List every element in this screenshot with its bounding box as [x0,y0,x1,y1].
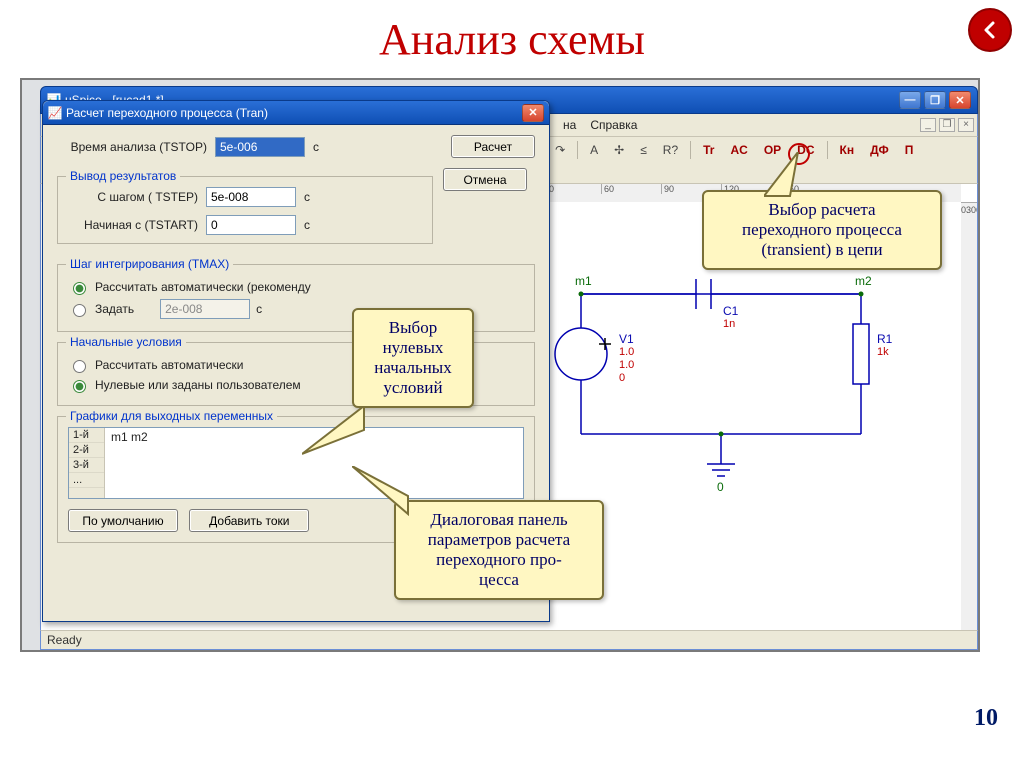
callout-dialog-desc: Диалоговая панель параметров расчета пер… [394,500,604,600]
ic-auto-radio[interactable] [73,360,86,373]
ic-legend: Начальные условия [66,335,186,349]
tb-tran[interactable]: Tr [699,143,718,157]
output-group-legend: Вывод результатов [66,169,180,183]
tstep-input[interactable] [206,187,296,207]
tmax-auto-radio[interactable] [73,282,86,295]
tmax-legend: Шаг интегрирования (TMAX) [66,257,233,271]
close-button[interactable]: ✕ [949,91,971,109]
callout-tran-select: Выбор расчета переходного процесса (tran… [702,190,942,270]
comp-c1-val: 1n [723,318,735,330]
node-m2: m2 [855,274,872,288]
node-m1: m1 [575,274,592,288]
tb-rq[interactable]: R? [659,143,682,157]
comp-v1-name: V1 [619,332,634,346]
callout-zero-ic: Выбор нулевых начальных условий [352,308,474,408]
callout-pointer-icon [764,152,824,198]
status-text: Ready [47,633,82,647]
tstop-unit: c [313,140,327,154]
ic-auto-label: Рассчитать автоматически [95,358,244,372]
tb-move[interactable]: ✢ [610,143,628,157]
comp-r1-name: R1 [877,332,892,346]
row-index-3: 3-й [69,458,104,473]
row-index-more: ... [69,473,104,488]
defaults-button[interactable]: По умолчанию [68,509,178,532]
tb-kn[interactable]: Кн [836,143,859,157]
tb-s[interactable]: ≤ [636,143,651,157]
chevron-left-icon [980,20,1000,40]
row-index-2: 2-й [69,443,104,458]
minimize-button[interactable]: — [899,91,921,109]
callout-pointer-icon [352,466,412,516]
tb-a[interactable]: A [586,143,602,157]
ruler-vertical: 0306090120150180210 [961,202,977,630]
dialog-icon: 📈 [48,106,62,120]
tstop-input[interactable] [215,137,305,157]
cancel-button[interactable]: Отмена [443,168,527,191]
page-number: 10 [974,705,998,732]
tstart-input[interactable] [206,215,296,235]
ic-zero-label: Нулевые или заданы пользователем [95,378,301,392]
comp-c1-name: C1 [723,304,738,318]
callout-pointer-icon [302,406,366,462]
maximize-button[interactable]: ❐ [924,91,946,109]
tmax-set-label: Задать [95,302,134,316]
tb-df[interactable]: ДФ [866,143,893,157]
dialog-titlebar: 📈 Расчет переходного процесса (Tran) ✕ [43,101,549,125]
tb-p[interactable]: П [901,143,918,157]
dialog-close-button[interactable]: ✕ [522,104,544,122]
row-index-1: 1-й [69,428,104,443]
mdi-restore-button[interactable]: ❐ [939,118,955,132]
add-currents-button[interactable]: Добавить токи [189,509,309,532]
status-bar: Ready [40,630,978,650]
plot-legend: Графики для выходных переменных [66,409,277,423]
ic-zero-radio[interactable] [73,380,86,393]
calc-button[interactable]: Расчет [451,135,535,158]
tmax-auto-label: Рассчитать автоматически (рекоменду [95,280,311,294]
tmax-set-unit: c [256,302,270,316]
menu-item-calc[interactable]: на [563,118,576,132]
tstart-unit: c [304,218,318,232]
comp-v1-p1: 1.0 [619,346,634,358]
tb-redo[interactable]: ↷ [551,143,569,157]
back-badge[interactable] [968,8,1012,52]
mdi-min-button[interactable]: _ [920,118,936,132]
output-vars-list[interactable]: 1-й 2-й 3-й ... m1 m2 [68,427,524,499]
tstop-label: Время анализа (TSTOP) [57,140,207,154]
tstart-label: Начиная с (TSTART) [68,218,198,232]
slide-title: Анализ схемы [0,14,1024,65]
comp-v1-p2: 1.0 [619,359,634,371]
comp-r1-val: 1k [877,346,889,358]
mdi-sys-controls: _ ❐ × [920,118,974,132]
tmax-set-input [160,299,250,319]
dialog-title: Расчет переходного процесса (Tran) [66,106,522,120]
screenshot-frame: 📊 uSpice - [rucad1 *] — ❐ ✕ на Справка _… [20,78,980,652]
tstep-unit: c [304,190,318,204]
menu-item-help[interactable]: Справка [590,118,637,132]
mdi-close-button[interactable]: × [958,118,974,132]
tmax-set-radio[interactable] [73,304,86,317]
tb-ac[interactable]: AC [726,143,751,157]
circuit-schematic: m1 m2 0 V1 1.0 1.0 0 C1 1n R1 1k [541,254,901,517]
node-gnd: 0 [717,480,724,494]
tstep-label: С шагом ( TSTEP) [68,190,198,204]
comp-v1-p3: 0 [619,372,625,384]
